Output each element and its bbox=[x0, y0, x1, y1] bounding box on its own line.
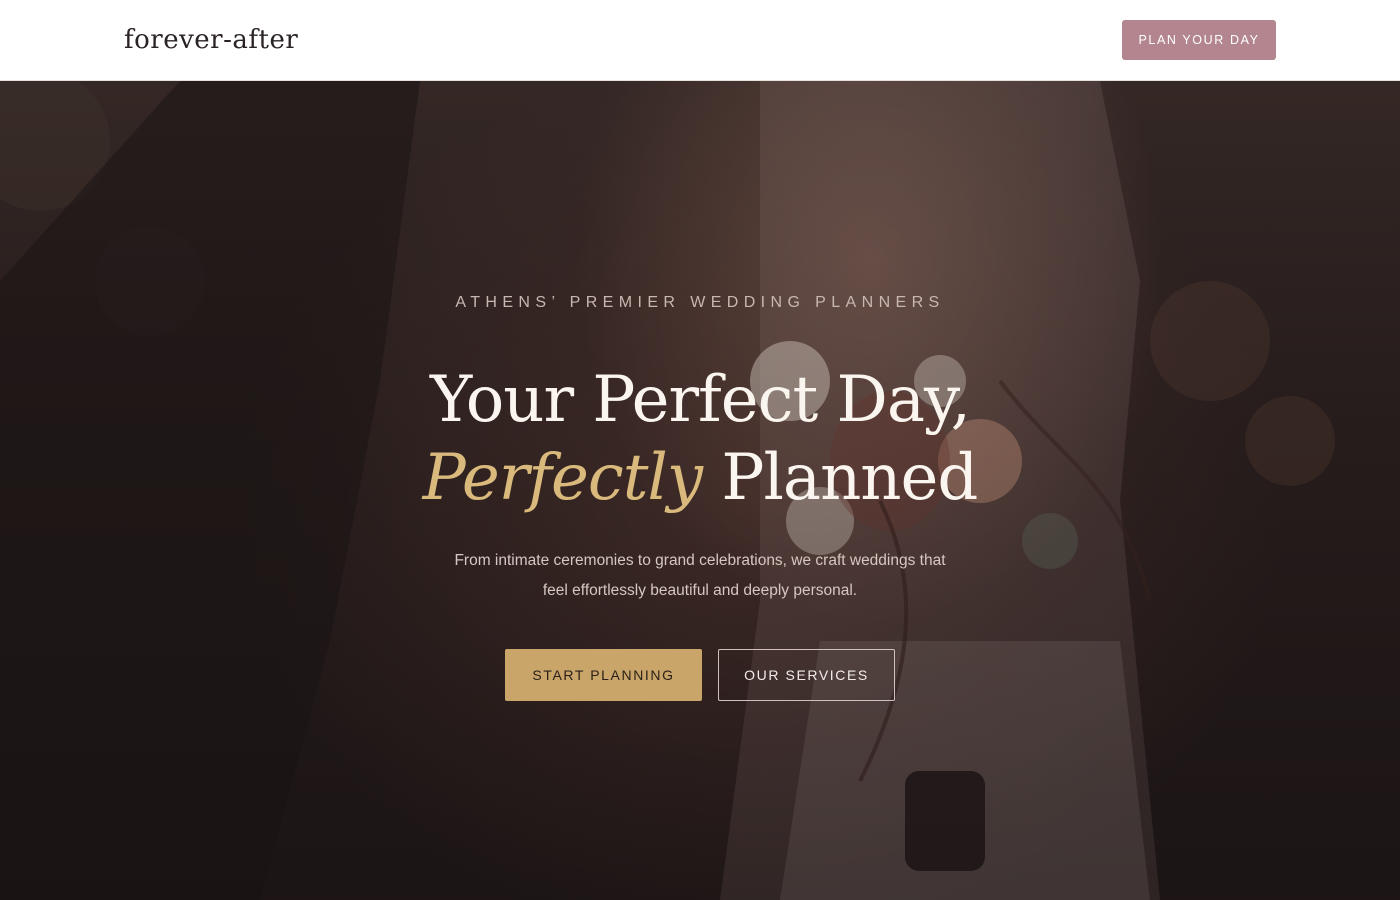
hero-subtext-line-1: From intimate ceremonies to grand celebr… bbox=[454, 552, 946, 569]
hero-eyebrow: ATHENS’ PREMIER WEDDING PLANNERS bbox=[455, 294, 945, 311]
hero-headline: Your Perfect Day, Perfectly Planned bbox=[0, 361, 1400, 517]
headline-accent-word: Perfectly bbox=[422, 441, 703, 515]
headline-line-1: Your Perfect Day, bbox=[430, 363, 971, 437]
plan-your-day-button[interactable]: PLAN YOUR DAY bbox=[1122, 20, 1276, 60]
site-logo[interactable]: forever-after bbox=[124, 25, 298, 55]
site-header: forever-after PLAN YOUR DAY bbox=[0, 0, 1400, 81]
hero-subtext: From intimate ceremonies to grand celebr… bbox=[440, 546, 960, 606]
start-planning-button[interactable]: START PLANNING bbox=[505, 649, 702, 701]
our-services-button[interactable]: OUR SERVICES bbox=[718, 649, 895, 701]
headline-line-2-rest: Planned bbox=[702, 441, 978, 515]
hero-subtext-line-2: feel effortlessly beautiful and deeply p… bbox=[542, 582, 858, 599]
hero-section: ATHENS’ PREMIER WEDDING PLANNERS Your Pe… bbox=[0, 81, 1400, 900]
